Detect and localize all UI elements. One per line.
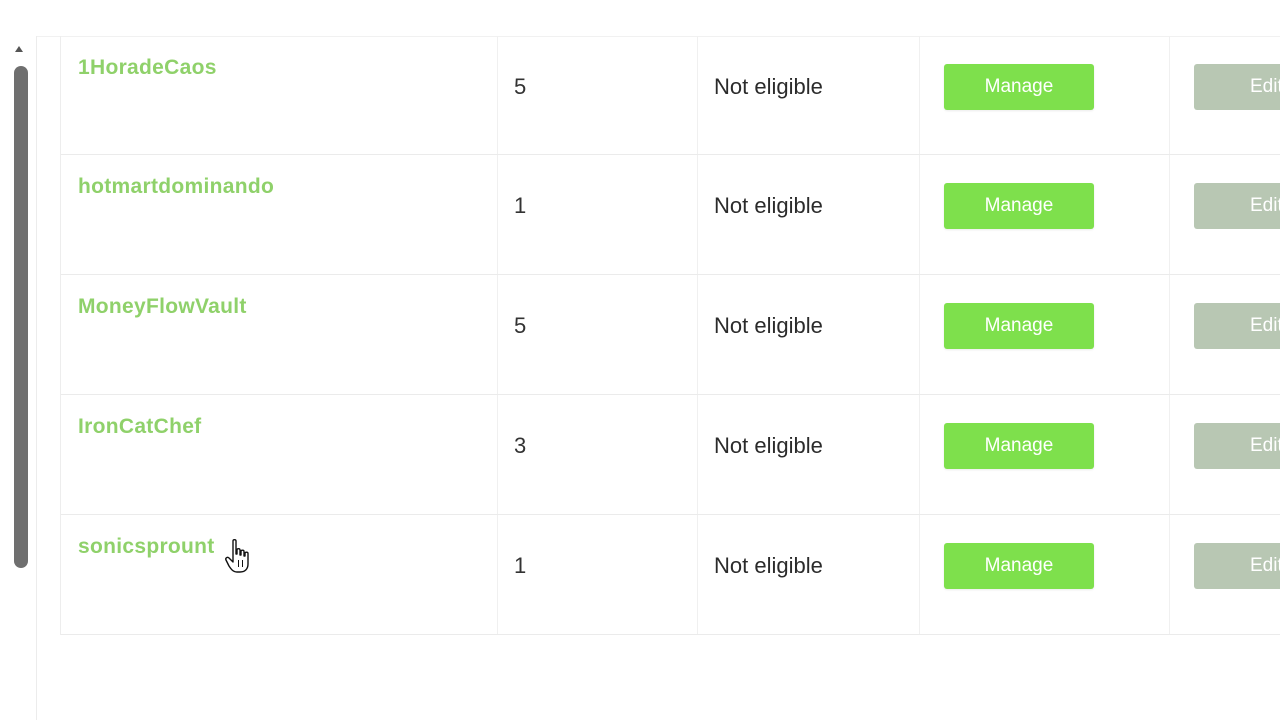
manage-cell: Manage: [919, 515, 1170, 634]
count-value: 5: [514, 74, 527, 99]
eligibility-status: Not eligible: [714, 74, 823, 99]
account-name-link[interactable]: IronCatChef: [78, 415, 201, 439]
account-name-link[interactable]: 1HoradeCaos: [78, 56, 217, 80]
count-cell: 3: [497, 395, 698, 514]
count-cell: 1: [497, 515, 698, 634]
edit-button[interactable]: Edit: [1194, 543, 1280, 589]
table-row: MoneyFlowVault 5 Not eligible Manage Edi…: [61, 275, 1280, 395]
edit-button[interactable]: Edit: [1194, 183, 1280, 229]
count-cell: 5: [497, 275, 698, 394]
table-row: 1HoradeCaos 5 Not eligible Manage Edit: [61, 36, 1280, 155]
manage-button[interactable]: Manage: [944, 64, 1094, 110]
manage-button[interactable]: Manage: [944, 183, 1094, 229]
eligibility-status: Not eligible: [714, 313, 823, 338]
eligibility-status: Not eligible: [714, 553, 823, 578]
eligibility-status: Not eligible: [714, 433, 823, 458]
top-bar: [0, 0, 1280, 37]
manage-button[interactable]: Manage: [944, 303, 1094, 349]
scrollbar-thumb[interactable]: [14, 66, 28, 568]
manage-button[interactable]: Manage: [944, 423, 1094, 469]
name-cell: 1HoradeCaos: [61, 36, 498, 154]
manage-cell: Manage: [919, 395, 1170, 514]
edit-cell: Edit: [1169, 275, 1280, 394]
eligibility-status: Not eligible: [714, 193, 823, 218]
edit-button[interactable]: Edit: [1194, 303, 1280, 349]
edit-button[interactable]: Edit: [1194, 423, 1280, 469]
status-cell: Not eligible: [697, 395, 920, 514]
edit-cell: Edit: [1169, 515, 1280, 634]
table-row: IronCatChef 3 Not eligible Manage Edit: [61, 395, 1280, 515]
account-name-link[interactable]: MoneyFlowVault: [78, 295, 247, 319]
status-cell: Not eligible: [697, 515, 920, 634]
name-cell: sonicsprount: [61, 515, 498, 634]
manage-cell: Manage: [919, 36, 1170, 154]
count-value: 1: [514, 193, 527, 218]
account-name-link[interactable]: sonicsprount: [78, 535, 215, 559]
edit-cell: Edit: [1169, 36, 1280, 154]
edit-cell: Edit: [1169, 395, 1280, 514]
name-cell: hotmartdominando: [61, 155, 498, 274]
count-value: 5: [514, 313, 527, 338]
status-cell: Not eligible: [697, 36, 920, 154]
edit-button[interactable]: Edit: [1194, 64, 1280, 110]
status-cell: Not eligible: [697, 275, 920, 394]
edit-cell: Edit: [1169, 155, 1280, 274]
count-cell: 5: [497, 36, 698, 154]
name-cell: MoneyFlowVault: [61, 275, 498, 394]
manage-cell: Manage: [919, 275, 1170, 394]
manage-cell: Manage: [919, 155, 1170, 274]
count-value: 3: [514, 433, 527, 458]
table-row: hotmartdominando 1 Not eligible Manage E…: [61, 155, 1280, 275]
manage-button[interactable]: Manage: [944, 543, 1094, 589]
scroll-up-arrow-icon[interactable]: [15, 46, 23, 52]
count-cell: 1: [497, 155, 698, 274]
name-cell: IronCatChef: [61, 395, 498, 514]
count-value: 1: [514, 553, 527, 578]
status-cell: Not eligible: [697, 155, 920, 274]
account-name-link[interactable]: hotmartdominando: [78, 175, 274, 199]
hand-pointer-icon: [225, 539, 249, 573]
